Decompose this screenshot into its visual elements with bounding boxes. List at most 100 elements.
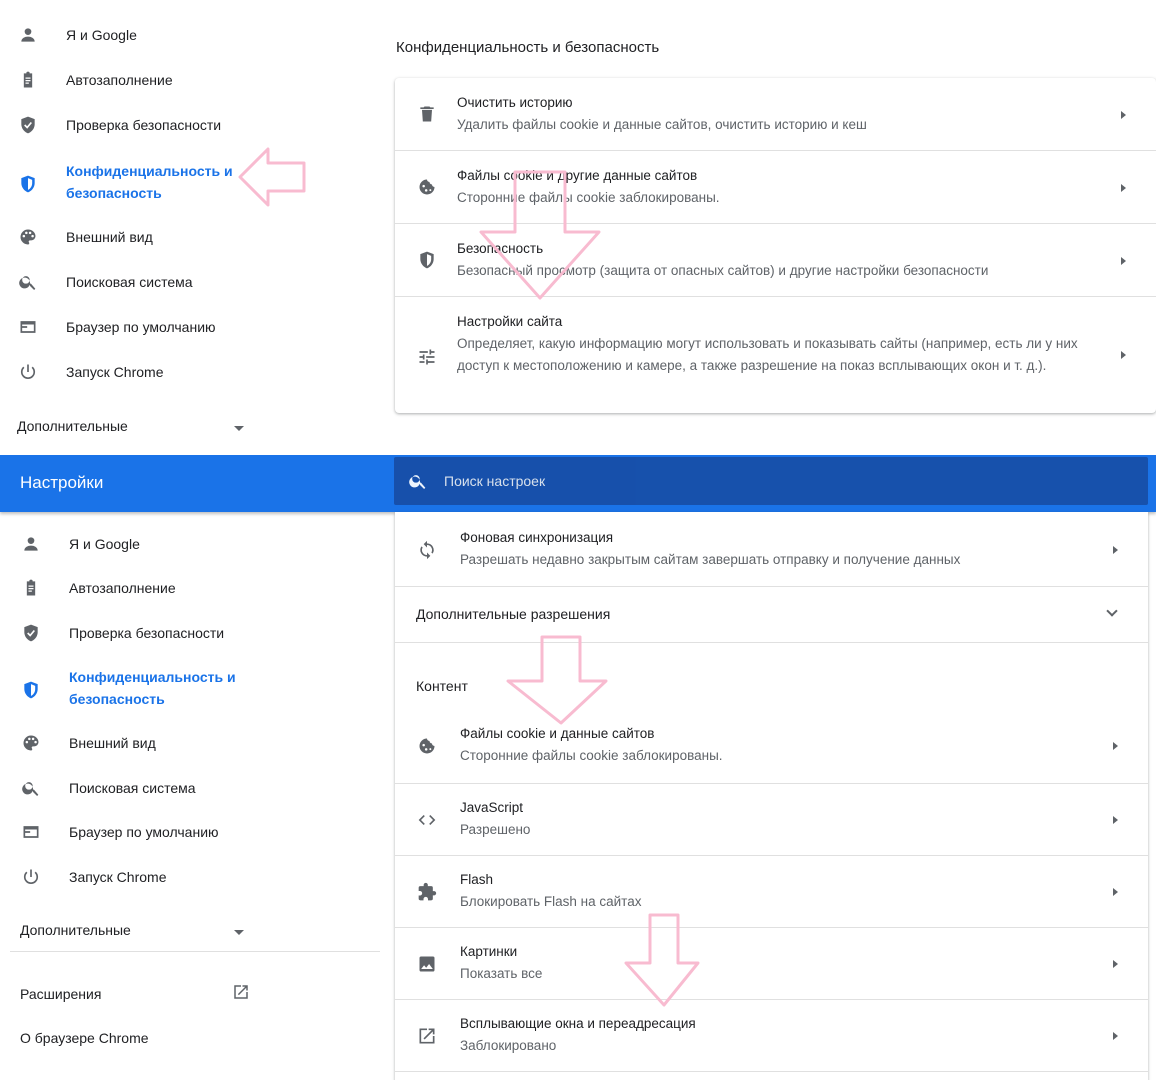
clear-browsing-data-row[interactable]: Очистить историю Удалить файлы cookie и …	[395, 78, 1156, 151]
chevron-right-icon	[1121, 257, 1126, 265]
row-subtitle: Удалить файлы cookie и данные сайтов, оч…	[457, 117, 867, 132]
settings-header: Настройки	[0, 455, 1156, 512]
row-subtitle: Заблокировано	[460, 1038, 557, 1053]
sidebar-item-search-engine[interactable]: Поисковая система	[0, 768, 380, 808]
sidebar-item-label-line1: Конфиденциальность и	[66, 163, 233, 179]
sidebar-item-on-startup[interactable]: Запуск Chrome	[0, 352, 380, 392]
row-title: Дополнительные разрешения	[416, 606, 611, 622]
row-title: Безопасность	[457, 241, 544, 256]
sidebar-item-autofill[interactable]: Автозаполнение	[0, 60, 380, 100]
sidebar-item-safety-check[interactable]: Проверка безопасности	[0, 613, 380, 653]
chevron-right-icon	[1121, 351, 1126, 359]
sidebar-item-label: Запуск Chrome	[66, 364, 164, 380]
flash-row[interactable]: Flash Блокировать Flash на сайтах	[395, 856, 1148, 928]
row-subtitle: Сторонние файлы cookie заблокированы.	[457, 190, 720, 205]
sidebar-item-you-and-google[interactable]: Я и Google	[0, 524, 380, 564]
page-title: Настройки	[20, 473, 104, 492]
search-input[interactable]	[444, 469, 1044, 493]
popups-row[interactable]: Всплывающие окна и переадресация Заблоки…	[395, 1000, 1148, 1072]
sidebar-item-label: Внешний вид	[66, 229, 153, 245]
sidebar-item-label-line1: Конфиденциальность и	[69, 669, 236, 685]
divider	[10, 951, 380, 952]
open-in-new-icon[interactable]	[232, 983, 250, 1001]
row-title: Настройки сайта	[457, 314, 563, 329]
person-icon	[18, 25, 38, 45]
advanced-toggle[interactable]: Дополнительные	[17, 418, 128, 434]
search-box[interactable]	[394, 457, 1148, 505]
chevron-right-icon	[1121, 184, 1126, 192]
bottom-screenshot-panel: Настройки Я и Google Автозаполнение Пров…	[0, 455, 1156, 1080]
row-subtitle: Безопасный просмотр (защита от опасных с…	[457, 263, 989, 278]
palette-icon	[18, 227, 38, 247]
browser-icon	[21, 822, 41, 842]
chevron-right-icon	[1113, 546, 1118, 554]
row-subtitle: Сторонние файлы cookie заблокированы.	[460, 748, 723, 763]
trash-icon	[417, 104, 437, 124]
sidebar-item-default-browser[interactable]: Браузер по умолчанию	[0, 307, 380, 347]
site-settings-card: Фоновая синхронизация Разрешать недавно …	[395, 512, 1148, 1080]
background-sync-row[interactable]: Фоновая синхронизация Разрешать недавно …	[395, 512, 1148, 587]
sidebar-item-on-startup[interactable]: Запуск Chrome	[0, 857, 380, 897]
chevron-right-icon	[1113, 888, 1118, 896]
row-title: Картинки	[460, 944, 518, 959]
row-title: Очистить историю	[457, 95, 573, 110]
sidebar-item-safety-check[interactable]: Проверка безопасности	[0, 105, 380, 145]
sidebar-item-search-engine[interactable]: Поисковая система	[0, 262, 380, 302]
sidebar-item-label: Проверка безопасности	[69, 625, 225, 641]
javascript-row[interactable]: JavaScript Разрешено	[395, 784, 1148, 856]
row-title: JavaScript	[460, 800, 524, 815]
content-list: Файлы cookie и данные сайтов Сторонние ф…	[395, 708, 1148, 1080]
shield-check-icon	[18, 115, 38, 135]
person-icon	[21, 534, 41, 554]
chevron-right-icon	[1113, 742, 1118, 750]
content-label: Контент	[416, 678, 468, 694]
sidebar-item-label: Поисковая система	[66, 274, 193, 290]
sidebar-item-label: Браузер по умолчанию	[66, 319, 216, 335]
sidebar-item-default-browser[interactable]: Браузер по умолчанию	[0, 812, 380, 852]
row-title: Файлы cookie и данные сайтов	[460, 726, 655, 741]
site-settings-row[interactable]: Настройки сайта Определяет, какую информ…	[395, 297, 1156, 413]
sidebar-item-label: Проверка безопасности	[66, 117, 222, 133]
sidebar-item-autofill[interactable]: Автозаполнение	[0, 568, 380, 608]
sidebar-item-label-line2: безопасность	[66, 185, 162, 201]
row-title: Всплывающие окна и переадресация	[460, 1016, 696, 1031]
sidebar-item-you-and-google[interactable]: Я и Google	[0, 15, 380, 55]
cookie-icon	[417, 177, 437, 197]
search-icon	[408, 471, 428, 491]
sidebar-item-label: Я и Google	[66, 27, 137, 43]
extensions-link[interactable]: Расширения	[20, 986, 101, 1002]
puzzle-icon	[417, 882, 437, 902]
power-icon	[21, 867, 41, 887]
chevron-right-icon	[1113, 1032, 1118, 1040]
sidebar-item-label: Автозаполнение	[69, 580, 176, 596]
sidebar-item-label: Внешний вид	[69, 735, 156, 751]
about-chrome-link[interactable]: О браузере Chrome	[20, 1030, 149, 1046]
search-icon	[18, 272, 38, 292]
top-screenshot-panel: Я и Google Автозаполнение Проверка безоп…	[0, 0, 1156, 448]
image-icon	[417, 954, 437, 974]
browser-icon	[18, 317, 38, 337]
cookies-row[interactable]: Файлы cookie и данные сайтов Сторонние ф…	[395, 708, 1148, 784]
sidebar-item-appearance[interactable]: Внешний вид	[0, 217, 380, 257]
images-row[interactable]: Картинки Показать все	[395, 928, 1148, 1000]
sidebar-item-label: Я и Google	[69, 536, 140, 552]
advanced-toggle[interactable]: Дополнительные	[20, 922, 131, 938]
chevron-right-icon	[1113, 960, 1118, 968]
sidebar-item-label: Запуск Chrome	[69, 869, 167, 885]
chevron-down-icon	[234, 426, 244, 431]
additional-permissions-row[interactable]: Дополнительные разрешения	[395, 587, 1148, 643]
chevron-down-icon	[1106, 605, 1118, 617]
sidebar-item-privacy[interactable]: Конфиденциальность и безопасность	[0, 666, 380, 714]
security-row[interactable]: Безопасность Безопасный просмотр (защита…	[395, 224, 1156, 297]
row-title: Файлы cookie и другие данные сайтов	[457, 168, 698, 183]
row-subtitle: Разрешено	[460, 822, 531, 837]
sidebar-item-privacy[interactable]: Конфиденциальность и безопасность	[0, 160, 380, 208]
chevron-right-icon	[1121, 111, 1126, 119]
cookies-row[interactable]: Файлы cookie и другие данные сайтов Стор…	[395, 151, 1156, 224]
tune-icon	[417, 347, 437, 367]
cookie-icon	[417, 736, 437, 756]
privacy-card: Очистить историю Удалить файлы cookie и …	[395, 78, 1156, 413]
sync-icon	[417, 540, 437, 560]
sidebar-item-appearance[interactable]: Внешний вид	[0, 723, 380, 763]
shield-icon	[18, 174, 38, 194]
